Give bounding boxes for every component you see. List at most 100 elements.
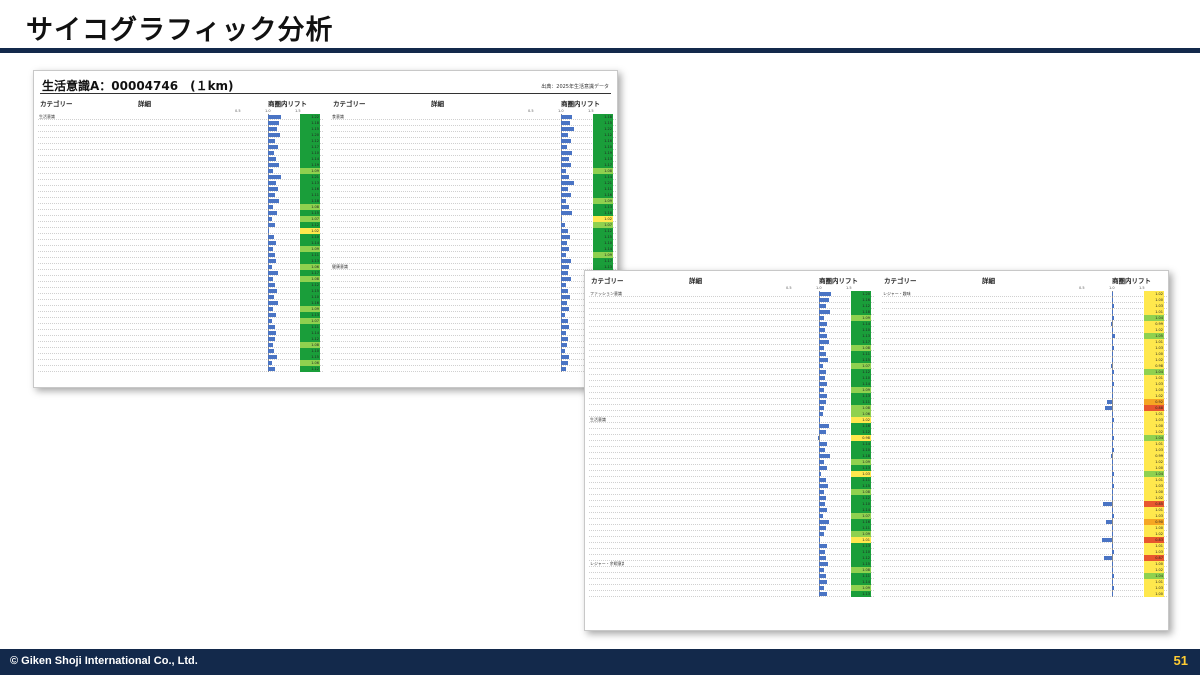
lift-bar bbox=[819, 544, 827, 548]
lift-bar bbox=[561, 277, 571, 281]
lift-bar bbox=[1112, 334, 1115, 338]
lift-bar bbox=[819, 574, 826, 578]
lift-bar bbox=[268, 301, 278, 305]
lift-bar bbox=[1112, 370, 1115, 374]
lift-bar bbox=[1111, 454, 1113, 458]
lift-bar bbox=[1101, 538, 1112, 542]
lift-bar bbox=[268, 325, 275, 329]
table-row: 1.00 bbox=[882, 591, 1167, 597]
lift-bar bbox=[1112, 388, 1113, 392]
lift-bar bbox=[561, 127, 575, 131]
lift-bar bbox=[1112, 316, 1115, 320]
lift-bar bbox=[561, 343, 567, 347]
lift-bar bbox=[268, 133, 280, 137]
lift-bar bbox=[819, 448, 825, 452]
lift-bar bbox=[1112, 418, 1114, 422]
lift-bar bbox=[1112, 508, 1113, 512]
lift-bar bbox=[1112, 430, 1114, 434]
lift-bar bbox=[561, 187, 568, 191]
lift-bar bbox=[561, 217, 563, 221]
lift-value: 1.13 bbox=[851, 591, 871, 597]
lift-bar bbox=[1112, 532, 1114, 536]
lift-bar bbox=[561, 205, 569, 209]
lift-bar bbox=[1112, 592, 1113, 596]
lift-bar bbox=[1112, 514, 1114, 518]
lift-bar bbox=[1112, 442, 1113, 446]
lift-bar bbox=[268, 169, 274, 173]
lift-bar bbox=[561, 139, 571, 143]
lift-bar bbox=[268, 151, 274, 155]
lift-bar bbox=[561, 301, 567, 305]
copyright: © Giken Shoji International Co., Ltd. bbox=[10, 655, 198, 667]
header-category: カテゴリー bbox=[591, 277, 624, 285]
lift-bar bbox=[268, 211, 277, 215]
lift-bar bbox=[819, 298, 829, 302]
lift-bar bbox=[561, 355, 570, 359]
lift-bar bbox=[268, 199, 279, 203]
lift-bar bbox=[561, 241, 567, 245]
table-body: 生活意識 1.22 1.18 1.15 1.20 1.12 1.17 1.10 1.14 1.19… bbox=[38, 114, 323, 372]
lift-bar bbox=[819, 304, 827, 308]
lift-bar bbox=[1112, 460, 1114, 464]
lift-bar bbox=[1112, 574, 1115, 578]
lift-bar bbox=[268, 115, 282, 119]
lift-bar bbox=[561, 289, 569, 293]
lift-bar bbox=[561, 319, 568, 323]
lift-bar bbox=[819, 376, 825, 380]
header-category: カテゴリー bbox=[333, 100, 366, 108]
lift-value: 1.12 bbox=[300, 366, 320, 372]
header-lift: 商圏内リフト bbox=[561, 100, 600, 108]
lift-bar bbox=[268, 313, 276, 317]
lift-bar bbox=[1112, 304, 1114, 308]
lift-bar bbox=[268, 367, 276, 371]
header-detail: 詳細 bbox=[431, 100, 444, 108]
lift-bar bbox=[819, 526, 826, 530]
lift-bar bbox=[268, 163, 280, 167]
lift-bar bbox=[819, 292, 831, 296]
lift-bar bbox=[1112, 580, 1113, 584]
lift-bar bbox=[819, 340, 830, 344]
lift-bar bbox=[268, 235, 274, 239]
lift-bar bbox=[819, 550, 825, 554]
lift-bar bbox=[1106, 520, 1112, 524]
lift-bar bbox=[561, 283, 566, 287]
lift-bar bbox=[819, 580, 828, 584]
lift-bar bbox=[561, 235, 570, 239]
lift-bar bbox=[561, 169, 566, 173]
lift-bar bbox=[819, 400, 826, 404]
lift-bar bbox=[1112, 346, 1114, 350]
lift-bar bbox=[268, 229, 270, 233]
lift-bar bbox=[819, 466, 827, 470]
lift-bar bbox=[1112, 496, 1114, 500]
panel-title: 生活意識A：00004746 (１km) bbox=[42, 79, 234, 93]
lift-bar bbox=[561, 211, 572, 215]
lift-bar bbox=[819, 586, 825, 590]
lift-bar bbox=[561, 361, 568, 365]
lift-bar bbox=[268, 355, 277, 359]
lift-bar bbox=[561, 199, 567, 203]
header-category: カテゴリー bbox=[884, 277, 917, 285]
lift-bar bbox=[819, 316, 825, 320]
lift-bar bbox=[561, 295, 570, 299]
lift-bar bbox=[819, 502, 825, 506]
lift-bar bbox=[561, 325, 569, 329]
lift-value: 1.00 bbox=[1144, 591, 1164, 597]
lift-bar bbox=[268, 361, 272, 365]
lift-bar bbox=[819, 430, 827, 434]
lift-bar bbox=[819, 352, 826, 356]
lift-bar bbox=[819, 370, 827, 374]
lift-bar bbox=[819, 514, 824, 518]
lift-bar bbox=[268, 337, 276, 341]
lift-bar bbox=[561, 247, 570, 251]
footer-bar: © Giken Shoji International Co., Ltd. 51 bbox=[0, 649, 1200, 675]
lift-bar bbox=[268, 223, 276, 227]
lift-bar bbox=[268, 253, 275, 257]
lift-bar bbox=[561, 349, 566, 353]
lift-bar bbox=[819, 508, 828, 512]
lift-bar bbox=[1112, 412, 1113, 416]
table-right: カテゴリー 詳細 商圏内リフト 0.5 1.0 1.5 食意識 1.18 1.15 1.22 1.1… bbox=[331, 98, 616, 387]
lift-bar bbox=[561, 331, 567, 335]
lift-bar bbox=[819, 406, 824, 410]
lift-bar bbox=[1112, 526, 1113, 530]
lift-bar bbox=[268, 283, 276, 287]
